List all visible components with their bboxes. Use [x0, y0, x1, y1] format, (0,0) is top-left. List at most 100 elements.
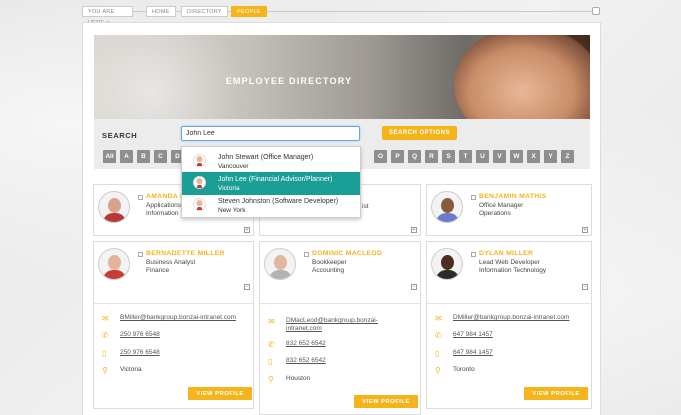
- location-pin-icon: ⚲: [268, 375, 274, 384]
- letter-r[interactable]: R: [425, 150, 438, 163]
- hero-banner: EMPLOYEE DIRECTORY: [94, 35, 590, 128]
- avatar-shirt: [103, 213, 126, 222]
- letter-p[interactable]: P: [391, 150, 404, 163]
- hero-title: EMPLOYEE DIRECTORY: [225, 76, 353, 86]
- phone-icon: ✆: [102, 331, 109, 340]
- avatar-face: [108, 255, 121, 270]
- employee-title: Applications: [146, 202, 182, 209]
- suggestion-city: New York: [218, 207, 246, 214]
- employee-name[interactable]: BENJAMIN MATHIS: [479, 193, 546, 200]
- letter-w[interactable]: W: [510, 150, 523, 163]
- employee-card: DOMINIC MACLEOD Bookkeeper Accounting − …: [259, 241, 421, 415]
- phone-link[interactable]: 647 984 1457: [453, 331, 493, 339]
- letter-y[interactable]: Y: [544, 150, 557, 163]
- letter-o[interactable]: O: [374, 150, 387, 163]
- letter-u[interactable]: U: [476, 150, 489, 163]
- avatar-face: [274, 255, 287, 270]
- select-checkbox[interactable]: [471, 195, 476, 200]
- letter-v[interactable]: V: [493, 150, 506, 163]
- collapse-icon[interactable]: −: [411, 284, 417, 290]
- avatar-shirt: [103, 270, 126, 279]
- employee-dept: Operations: [479, 210, 511, 217]
- employee-name[interactable]: DOMINIC MACLEOD: [312, 250, 382, 257]
- collapse-icon[interactable]: −: [244, 284, 250, 290]
- expand-icon[interactable]: +: [244, 227, 250, 233]
- employee-dept: Finance: [146, 267, 170, 274]
- avatar: [431, 191, 463, 223]
- view-profile-button[interactable]: VIEW PROFILE: [354, 395, 418, 408]
- letter-x[interactable]: X: [527, 150, 540, 163]
- mobile-icon: ▯: [102, 349, 107, 358]
- letter-q[interactable]: Q: [408, 150, 421, 163]
- avatar: [193, 154, 206, 167]
- city: Houston: [286, 375, 311, 382]
- employee-dept: Accounting: [312, 267, 345, 274]
- suggestion-name: John Lee (Financial Advisor/Planner): [218, 176, 333, 183]
- view-profile-button[interactable]: VIEW PROFILE: [188, 387, 252, 400]
- expand-icon[interactable]: +: [411, 227, 417, 233]
- avatar: [98, 191, 130, 223]
- avatar-face: [441, 255, 454, 270]
- select-checkbox[interactable]: [138, 195, 143, 200]
- search-options-button[interactable]: SEARCH OPTIONS: [382, 126, 457, 140]
- breadcrumb-people[interactable]: PEOPLE: [231, 6, 267, 17]
- view-profile-button[interactable]: VIEW PROFILE: [524, 387, 588, 400]
- avatar-face: [441, 198, 454, 213]
- email-link[interactable]: BMiller@bankgroup.bonzai-intranet.com: [120, 314, 236, 322]
- avatar: [193, 176, 206, 189]
- breadcrumb-directory[interactable]: DIRECTORY: [181, 6, 228, 17]
- select-checkbox[interactable]: [471, 252, 476, 257]
- employee-name[interactable]: DYLAN MILLER: [479, 250, 533, 257]
- suggestion-city: Vancouver: [218, 163, 249, 170]
- search-input[interactable]: [181, 126, 360, 141]
- letter-b[interactable]: B: [137, 150, 150, 163]
- breadcrumb-home[interactable]: HOME: [146, 6, 176, 17]
- select-checkbox[interactable]: [304, 252, 309, 257]
- location-pin-icon: ⚲: [435, 366, 441, 375]
- email-link[interactable]: DMiller@bankgroup.bonzai-intranet.com: [453, 314, 569, 322]
- search-suggestions: John Stewart (Office Manager) Vancouver …: [181, 146, 361, 218]
- suggestion-city: Victoria: [218, 185, 240, 192]
- letter-c[interactable]: C: [154, 150, 167, 163]
- employee-title: ist: [362, 203, 369, 210]
- mobile-link[interactable]: 832 652 6542: [286, 357, 326, 365]
- expand-icon[interactable]: +: [582, 227, 588, 233]
- mail-icon: ✉: [268, 317, 275, 326]
- contact-info: ✉ BMiller@bankgroup.bonzai-intranet.com …: [94, 303, 253, 375]
- employee-title: Office Manager: [479, 202, 524, 209]
- letter-t[interactable]: T: [459, 150, 472, 163]
- employee-dept: Information: [146, 210, 179, 217]
- employee-dept: Information Technology: [479, 267, 547, 274]
- select-checkbox[interactable]: [138, 252, 143, 257]
- employee-title: Bookkeeper: [312, 259, 347, 266]
- suggestion-name: Steven Johnston (Software Developer): [218, 198, 339, 205]
- letter-all[interactable]: All: [103, 150, 116, 163]
- employee-card: DYLAN MILLER Lead Web Developer Informat…: [426, 241, 592, 409]
- phone-link[interactable]: 250 976 6548: [120, 331, 160, 339]
- letter-a[interactable]: A: [120, 150, 133, 163]
- employee-title: Business Analyst: [146, 259, 196, 266]
- suggestion-item[interactable]: Steven Johnston (Software Developer) New…: [182, 194, 360, 217]
- mobile-icon: ▯: [435, 349, 440, 358]
- avatar: [431, 248, 463, 280]
- mail-icon: ✉: [435, 314, 442, 323]
- avatar-shirt: [436, 213, 459, 222]
- breadcrumb-prefix: YOU ARE HERE >: [82, 6, 133, 26]
- suggestion-item[interactable]: John Stewart (Office Manager) Vancouver: [182, 150, 360, 173]
- phone-link[interactable]: 832 652 6542: [286, 340, 326, 348]
- contact-info: ✉ DMiller@bankgroup.bonzai-intranet.com …: [427, 303, 591, 375]
- breadcrumb-end-handle: [592, 7, 600, 15]
- employee-name[interactable]: BERNADETTE MILLER: [146, 250, 225, 257]
- avatar-shirt: [436, 270, 459, 279]
- suggestion-item-active[interactable]: John Lee (Financial Advisor/Planner) Vic…: [182, 172, 360, 195]
- letter-s[interactable]: S: [442, 150, 455, 163]
- mobile-link[interactable]: 250 976 6548: [120, 349, 160, 357]
- email-link[interactable]: DMacLeod@bankgroup.bonzai-intranet.com: [286, 317, 411, 333]
- collapse-icon[interactable]: −: [582, 284, 588, 290]
- suggestion-name: John Stewart (Office Manager): [218, 154, 314, 161]
- contact-info: ✉ DMacLeod@bankgroup.bonzai-intranet.com…: [260, 303, 420, 384]
- letter-z[interactable]: Z: [561, 150, 574, 163]
- avatar: [264, 248, 296, 280]
- employee-name[interactable]: AMANDA M: [146, 193, 186, 200]
- mobile-link[interactable]: 647 984 1457: [453, 349, 493, 357]
